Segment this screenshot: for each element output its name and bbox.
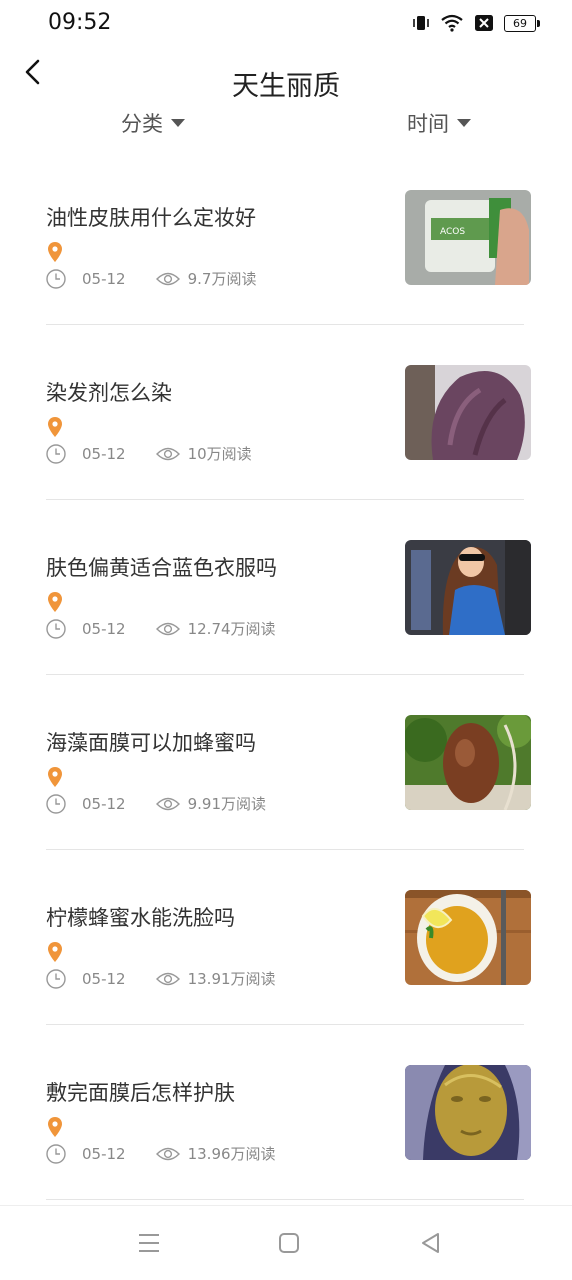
svg-text:ACOS: ACOS xyxy=(440,227,465,237)
clock-icon xyxy=(46,793,66,814)
eye-icon xyxy=(155,972,180,985)
article-list: 油性皮肤用什么定妆好 05-12 9.7万阅读 ACOS 染发剂怎么染 05-1… xyxy=(0,150,572,1200)
article-title: 柠檬蜂蜜水能洗脸吗 xyxy=(46,906,235,930)
article-reads: 9.91万阅读 xyxy=(187,795,266,813)
article-meta: 05-12 12.74万阅读 xyxy=(46,618,276,639)
article-title: 染发剂怎么染 xyxy=(46,381,172,405)
location-pin-icon xyxy=(48,942,62,962)
clock-icon xyxy=(46,618,66,639)
article-title: 敷完面膜后怎样护肤 xyxy=(46,1081,235,1105)
divider xyxy=(46,1199,524,1200)
list-item[interactable]: 海藻面膜可以加蜂蜜吗 05-12 9.91万阅读 xyxy=(0,675,572,850)
page-title: 天生丽质 xyxy=(232,71,340,102)
system-nav-bar xyxy=(0,1205,572,1280)
filter-bar: 分类 时间 xyxy=(0,108,572,142)
article-title: 肤色偏黄适合蓝色衣服吗 xyxy=(46,556,277,580)
article-reads: 12.74万阅读 xyxy=(187,620,276,638)
location-pin-icon xyxy=(48,417,62,437)
sim-blocked-icon xyxy=(475,15,493,31)
article-thumbnail xyxy=(405,540,531,635)
location-pin-icon xyxy=(48,242,62,262)
vibrate-icon xyxy=(413,16,429,30)
article-reads: 13.91万阅读 xyxy=(187,970,276,988)
article-thumbnail xyxy=(405,715,531,810)
time-filter-label: 时间 xyxy=(407,112,449,136)
list-item[interactable]: 染发剂怎么染 05-12 10万阅读 xyxy=(0,325,572,500)
article-date: 05-12 xyxy=(82,1144,126,1163)
wifi-icon xyxy=(441,14,463,32)
article-title: 油性皮肤用什么定妆好 xyxy=(46,206,256,230)
location-pin-icon xyxy=(48,592,62,612)
article-date: 05-12 xyxy=(82,444,126,463)
clock-icon xyxy=(46,968,66,989)
eye-icon xyxy=(155,1147,180,1160)
article-date: 05-12 xyxy=(82,794,126,813)
article-reads: 10万阅读 xyxy=(187,445,252,463)
article-meta: 05-12 13.91万阅读 xyxy=(46,968,276,989)
article-reads: 9.7万阅读 xyxy=(187,270,257,288)
caret-down-icon xyxy=(171,119,185,127)
status-time: 09:52 xyxy=(48,10,112,35)
header: 天生丽质 xyxy=(0,50,572,110)
clock-icon xyxy=(46,1143,66,1164)
article-date: 05-12 xyxy=(82,269,126,288)
clock-icon xyxy=(46,443,66,464)
article-meta: 05-12 13.96万阅读 xyxy=(46,1143,276,1164)
article-date: 05-12 xyxy=(82,969,126,988)
eye-icon xyxy=(155,272,180,285)
category-filter-label: 分类 xyxy=(121,112,163,136)
article-thumbnail xyxy=(405,890,531,985)
list-item[interactable]: 柠檬蜂蜜水能洗脸吗 05-12 13.91万阅读 xyxy=(0,850,572,1025)
battery-icon: 69 xyxy=(504,14,540,32)
article-thumbnail xyxy=(405,1065,531,1160)
list-item[interactable]: 油性皮肤用什么定妆好 05-12 9.7万阅读 ACOS xyxy=(0,150,572,325)
menu-icon[interactable] xyxy=(136,1230,162,1256)
article-meta: 05-12 9.91万阅读 xyxy=(46,793,266,814)
list-item[interactable]: 敷完面膜后怎样护肤 05-12 13.96万阅读 xyxy=(0,1025,572,1200)
back-triangle-icon[interactable] xyxy=(418,1230,444,1256)
clock-icon xyxy=(46,268,66,289)
article-meta: 05-12 9.7万阅读 xyxy=(46,268,256,289)
location-pin-icon xyxy=(48,1117,62,1137)
time-filter[interactable]: 时间 xyxy=(407,108,471,138)
article-reads: 13.96万阅读 xyxy=(187,1145,276,1163)
home-icon[interactable] xyxy=(276,1230,302,1256)
article-meta: 05-12 10万阅读 xyxy=(46,443,252,464)
location-pin-icon xyxy=(48,767,62,787)
caret-down-icon xyxy=(457,119,471,127)
status-bar: 09:52 69 xyxy=(0,0,572,50)
status-icons: 69 xyxy=(412,14,540,32)
eye-icon xyxy=(155,622,180,635)
article-thumbnail: ACOS xyxy=(405,190,531,285)
list-item[interactable]: 肤色偏黄适合蓝色衣服吗 05-12 12.74万阅读 xyxy=(0,500,572,675)
article-thumbnail xyxy=(405,365,531,460)
article-date: 05-12 xyxy=(82,619,126,638)
eye-icon xyxy=(155,797,180,810)
article-title: 海藻面膜可以加蜂蜜吗 xyxy=(46,731,256,755)
eye-icon xyxy=(155,447,180,460)
category-filter[interactable]: 分类 xyxy=(121,108,185,138)
